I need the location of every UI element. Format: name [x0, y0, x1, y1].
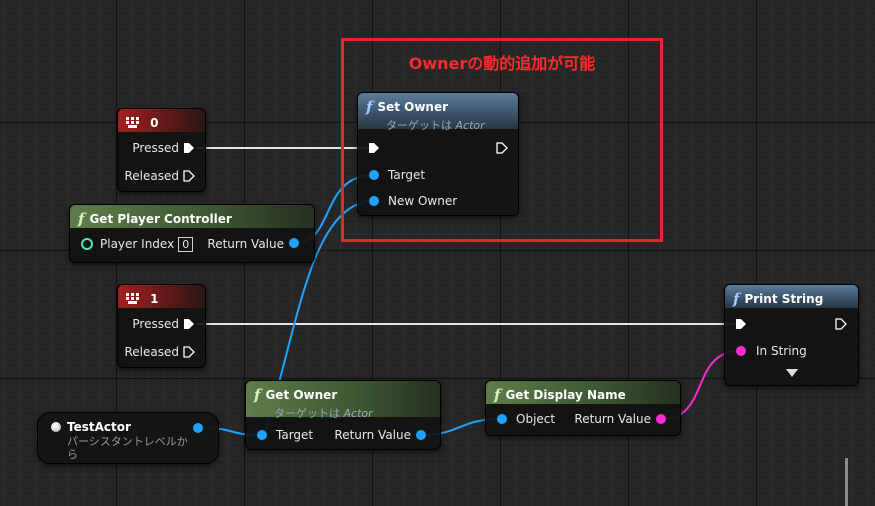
get-owner-return-value-label: Return Value [334, 428, 411, 442]
function-icon: f [733, 289, 740, 308]
print-string-title: Print String [744, 291, 824, 306]
get-display-name-title: Get Display Name [505, 387, 626, 402]
player-index-pin-icon[interactable] [81, 238, 93, 250]
get-owner-return-value-pin-icon[interactable] [416, 430, 426, 440]
exec-in-pin-icon[interactable] [735, 318, 747, 330]
object-label: Object [516, 412, 556, 426]
display-name-return-value-label: Return Value [574, 412, 651, 426]
key-1-event-node[interactable]: 1 Pressed Released [117, 284, 206, 368]
exec-out-pin-icon[interactable] [183, 318, 195, 330]
test-actor-variable-node[interactable]: TestActor パーシスタントレベルから [37, 412, 219, 464]
player-index-row: Player Index 0 [100, 237, 194, 252]
function-icon: f [78, 209, 85, 228]
exec-out-pin-icon[interactable] [183, 170, 195, 182]
object-pin-icon[interactable] [497, 414, 507, 424]
test-actor-output-pin-icon[interactable] [193, 423, 203, 433]
get-owner-target-label: Target [276, 428, 314, 442]
key-0-released-label: Released [124, 169, 179, 183]
controller-return-value-label: Return Value [207, 237, 284, 251]
player-index-label: Player Index [100, 237, 175, 251]
print-string-node[interactable]: f Print String In String [724, 284, 859, 386]
get-owner-node[interactable]: f Get Owner ターゲットは Actor Target Return Va… [245, 380, 441, 450]
function-icon: f [254, 385, 261, 404]
key-1-title: 1 [150, 291, 159, 306]
test-actor-name: TestActor [67, 420, 131, 434]
exec-out-pin-icon[interactable] [183, 346, 195, 358]
get-owner-target-pin-icon[interactable] [257, 430, 267, 440]
key-1-pressed-label: Pressed [132, 317, 179, 331]
test-actor-description: パーシスタントレベルから [67, 435, 188, 461]
in-string-label: In String [756, 344, 807, 358]
keyboard-icon [126, 293, 139, 304]
display-name-return-value-pin-icon[interactable] [656, 414, 666, 424]
get-owner-subtitle: ターゲットは Actor [274, 406, 373, 420]
expand-arrow-icon[interactable] [786, 369, 798, 377]
key-0-pressed-label: Pressed [132, 141, 179, 155]
get-owner-title: Get Owner [265, 387, 338, 402]
get-player-controller-title: Get Player Controller [89, 211, 232, 226]
keyboard-icon [126, 117, 139, 128]
function-icon: f [494, 385, 501, 404]
annotation-highlight-box: Ownerの動的追加が可能 [341, 38, 663, 242]
player-index-input[interactable]: 0 [178, 237, 194, 252]
key-0-title: 0 [150, 115, 159, 130]
controller-return-value-pin-icon[interactable] [289, 238, 299, 248]
get-player-controller-node[interactable]: f Get Player Controller Player Index 0 Ret… [69, 204, 315, 263]
exec-out-pin-icon[interactable] [183, 142, 195, 154]
graph-corner-marker [845, 458, 875, 506]
annotation-text: Ownerの動的追加が可能 [408, 54, 596, 73]
get-display-name-node[interactable]: f Get Display Name Object Return Value [485, 380, 681, 436]
key-0-event-node[interactable]: 0 Pressed Released [117, 108, 206, 192]
actor-sphere-icon [51, 422, 61, 432]
exec-out-pin-icon[interactable] [835, 318, 847, 330]
in-string-pin-icon[interactable] [736, 346, 746, 356]
key-1-released-label: Released [124, 345, 179, 359]
